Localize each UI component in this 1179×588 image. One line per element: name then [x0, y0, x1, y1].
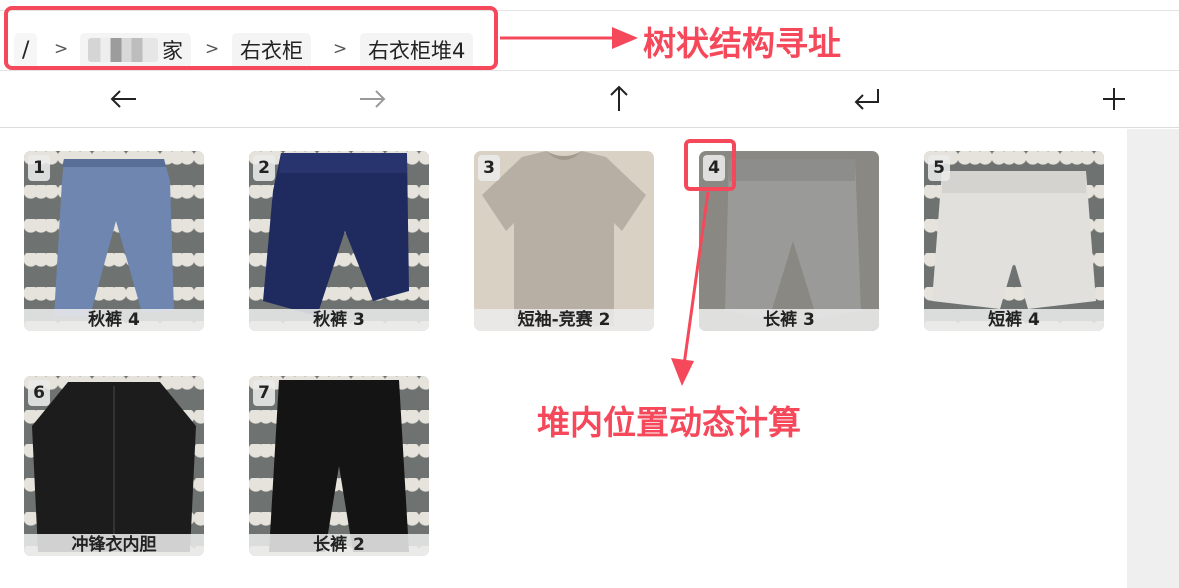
arrow-right-icon	[360, 90, 386, 108]
item-label: 秋裤 4	[24, 309, 204, 331]
item-position-number: 5	[928, 155, 950, 181]
annotation-tree-addressing: 树状结构寻址	[643, 24, 841, 63]
item-label: 秋裤 3	[249, 309, 429, 331]
annotation-highlight-position-number	[684, 139, 736, 191]
item-card[interactable]: 3 短袖-竞赛 2	[474, 151, 654, 331]
arrow-left-icon	[110, 90, 136, 108]
item-position-number: 1	[28, 155, 50, 181]
file-browser-window: / > 家 > 右衣柜 > 右衣柜堆4 1 秋裤 4 2 秋裤 3 3 短袖-竞…	[0, 0, 1179, 588]
item-card[interactable]: 5 短裤 4	[924, 151, 1104, 331]
item-label: 长裤 3	[699, 309, 879, 331]
item-card[interactable]: 7 长裤 2	[249, 376, 429, 556]
annotation-position-calculation: 堆内位置动态计算	[537, 403, 801, 442]
item-position-number: 6	[28, 380, 50, 406]
up-button[interactable]	[597, 77, 641, 121]
item-card[interactable]: 1 秋裤 4	[24, 151, 204, 331]
shorts-image	[932, 171, 1096, 309]
tshirt-image	[482, 151, 646, 326]
forward-button[interactable]	[350, 77, 394, 121]
jacket-image	[32, 382, 196, 552]
pants-image	[269, 380, 409, 552]
return-button[interactable]	[845, 77, 889, 121]
item-card[interactable]: 6 冲锋衣内胆	[24, 376, 204, 556]
arrow-up-icon	[610, 85, 628, 111]
item-card[interactable]: 2 秋裤 3	[249, 151, 429, 331]
back-button[interactable]	[102, 77, 146, 121]
annotation-highlight-breadcrumb	[4, 6, 498, 70]
item-position-number: 2	[253, 155, 275, 181]
item-label: 长裤 2	[249, 534, 429, 556]
item-position-number: 7	[253, 380, 275, 406]
navigation-toolbar	[0, 70, 1179, 128]
plus-icon	[1103, 88, 1125, 110]
pants-image	[263, 153, 409, 316]
item-position-number: 3	[478, 155, 500, 181]
pants-image	[54, 159, 174, 316]
scrollbar[interactable]	[1127, 129, 1179, 588]
return-icon	[854, 89, 879, 110]
add-button[interactable]	[1092, 77, 1136, 121]
item-label: 冲锋衣内胆	[24, 534, 204, 556]
item-label: 短裤 4	[924, 309, 1104, 331]
item-label: 短袖-竞赛 2	[474, 309, 654, 331]
